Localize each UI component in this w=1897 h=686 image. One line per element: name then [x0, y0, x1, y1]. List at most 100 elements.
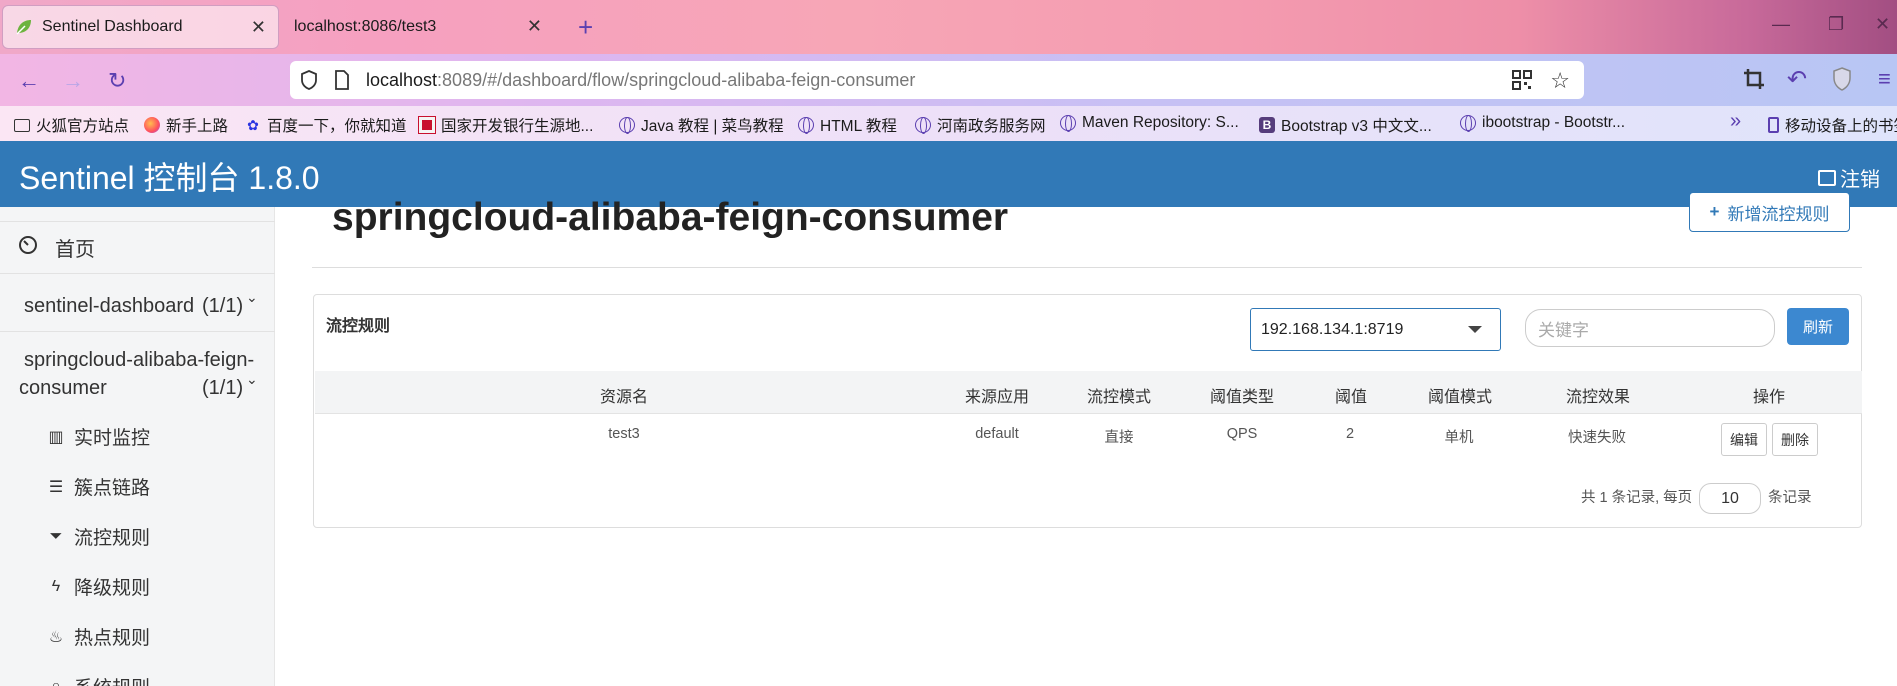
- mobile-icon: [1768, 117, 1779, 133]
- bookmark-item[interactable]: 火狐官方站点: [14, 114, 129, 136]
- tab-title: localhost:8086/test3: [294, 18, 437, 35]
- chevron-down-icon: ⌄: [246, 371, 258, 387]
- edit-button[interactable]: 编辑: [1721, 423, 1767, 456]
- crop-icon[interactable]: [1743, 68, 1765, 90]
- sidebar: 首页 sentinel-dashboard (1/1) ⌄ springclou…: [0, 207, 275, 686]
- column-header: 阈值类型: [1209, 389, 1275, 406]
- reload-icon[interactable]: ↻: [108, 68, 126, 94]
- bookmark-item[interactable]: ✿ 百度一下，你就知道: [245, 114, 406, 136]
- sidebar-item-springcloud-app[interactable]: springcloud-alibaba-feign- consumer (1/1…: [0, 343, 275, 403]
- sign-out-icon: [1818, 169, 1836, 186]
- table-header: 资源名 来源应用 流控模式 阈值类型 阈值 阈值模式 流控效果 操作: [315, 371, 1862, 414]
- bookmark-item[interactable]: 移动设备上的书签: [1768, 114, 1897, 136]
- column-header: 来源应用: [964, 389, 1030, 406]
- bookmark-item[interactable]: ibootstrap - Bootstr...: [1460, 114, 1625, 132]
- new-tab-icon[interactable]: +: [578, 12, 593, 43]
- column-header: 流控模式: [1086, 389, 1152, 406]
- globe-icon: [1460, 115, 1476, 132]
- browser-nav-bar: ← → ↻ localhost:8089/#/dashboard/flow/sp…: [0, 54, 1897, 106]
- keyword-search-input[interactable]: 关键字: [1525, 309, 1775, 347]
- sidebar-item-cluster-link[interactable]: ☰ 簇点链路: [46, 473, 150, 500]
- browser-tab-bar: Sentinel Dashboard ✕ localhost:8086/test…: [0, 0, 1897, 54]
- bolt-icon: ϟ: [51, 577, 61, 595]
- tab-localhost-test3[interactable]: localhost:8086/test3 ✕: [284, 5, 554, 49]
- caret-down-icon: [1468, 326, 1482, 333]
- cdb-logo-icon: [418, 116, 436, 134]
- page-title: springcloud-alibaba-feign-consumer: [332, 196, 1009, 239]
- add-flow-rule-button[interactable]: + 新增流控规则: [1689, 192, 1850, 232]
- close-tab-icon[interactable]: ✕: [251, 17, 266, 38]
- shield-icon: [301, 70, 317, 90]
- app-brand[interactable]: Sentinel 控制台 1.8.0: [19, 153, 320, 199]
- divider: [312, 267, 1862, 268]
- cell-threshold-type: QPS: [1226, 426, 1258, 442]
- forward-icon[interactable]: →: [62, 68, 84, 94]
- minimize-icon[interactable]: —: [1772, 14, 1790, 35]
- qr-code-icon[interactable]: [1512, 70, 1532, 90]
- cell-cluster-mode: 单机: [1444, 430, 1474, 446]
- shield-extension-icon[interactable]: [1832, 67, 1852, 91]
- close-tab-icon[interactable]: ✕: [527, 16, 542, 37]
- globe-icon: [798, 117, 814, 134]
- menu-icon[interactable]: ≡: [1878, 66, 1891, 92]
- sidebar-item-realtime-monitor[interactable]: ▥ 实时监控: [46, 423, 150, 450]
- logout-button[interactable]: 注销: [1818, 163, 1880, 192]
- globe-icon: [1060, 115, 1076, 132]
- panel-title: 流控规则: [326, 318, 391, 335]
- column-header: 资源名: [599, 389, 649, 406]
- cell-threshold: 2: [1345, 426, 1355, 442]
- chevron-down-icon: ⌄: [246, 289, 258, 305]
- bookmarks-bar: 火狐官方站点 新手上路 ✿ 百度一下，你就知道 国家开发银行生源地... Java…: [0, 106, 1897, 141]
- sidebar-divider: [0, 273, 275, 274]
- back-icon[interactable]: ←: [18, 68, 40, 94]
- more-bookmarks-icon[interactable]: »: [1730, 110, 1741, 133]
- globe-icon: [619, 117, 635, 134]
- cell-effect: 快速失败: [1568, 430, 1626, 446]
- sidebar-item-degrade-rules[interactable]: ϟ 降级规则: [46, 573, 150, 600]
- bookmark-item[interactable]: Maven Repository: S...: [1060, 114, 1239, 132]
- close-window-icon[interactable]: ✕: [1875, 14, 1890, 35]
- bootstrap-icon: B: [1259, 117, 1275, 133]
- fire-icon: ♨: [48, 628, 64, 646]
- column-header: 阈值模式: [1427, 389, 1493, 406]
- sidebar-item-hotspot-rules[interactable]: ♨ 热点规则: [46, 623, 150, 650]
- cell-resource: test3: [608, 426, 640, 442]
- refresh-button[interactable]: 刷新: [1787, 308, 1849, 345]
- address-bar[interactable]: localhost:8089/#/dashboard/flow/springcl…: [290, 61, 1584, 99]
- pager-suffix: 条记录: [1768, 490, 1812, 506]
- dashboard-gauge-icon: [19, 236, 37, 254]
- cell-origin: default: [975, 426, 1019, 442]
- flow-rules-panel: 流控规则 192.168.134.1:8719 关键字 刷新 资源名 来源应用 …: [313, 294, 1862, 528]
- bookmark-item[interactable]: 新手上路: [144, 114, 228, 136]
- column-header: 阈值: [1334, 389, 1368, 406]
- page-size-input[interactable]: 10: [1699, 483, 1761, 514]
- sidebar-item-flow-rules[interactable]: ⏷ 流控规则: [46, 523, 150, 550]
- folder-icon: [14, 118, 30, 132]
- column-header: 操作: [1752, 389, 1786, 406]
- column-header: 流控效果: [1565, 389, 1631, 406]
- tab-sentinel-dashboard[interactable]: Sentinel Dashboard ✕: [2, 5, 279, 49]
- firefox-icon: [144, 117, 160, 133]
- machine-select[interactable]: 192.168.134.1:8719: [1250, 308, 1501, 351]
- tab-title: Sentinel Dashboard: [42, 18, 183, 35]
- sidebar-item-home[interactable]: 首页: [0, 233, 275, 273]
- url-text: localhost:8089/#/dashboard/flow/springcl…: [366, 70, 916, 90]
- bookmark-star-icon[interactable]: ☆: [1550, 68, 1570, 94]
- sidebar-item-sentinel-dashboard[interactable]: sentinel-dashboard (1/1) ⌄: [0, 289, 275, 329]
- baidu-paw-icon: ✿: [247, 117, 259, 133]
- sidebar-divider: [0, 331, 275, 332]
- page-icon: [335, 70, 349, 90]
- bookmark-item[interactable]: Java 教程 | 菜鸟教程: [619, 114, 784, 136]
- cell-mode: 直接: [1104, 430, 1134, 446]
- bookmark-item[interactable]: 国家开发银行生源地...: [418, 114, 593, 136]
- lock-icon: 🔒︎: [51, 677, 61, 686]
- restore-icon[interactable]: ❐: [1828, 14, 1844, 35]
- delete-button[interactable]: 删除: [1772, 423, 1818, 456]
- bookmark-item[interactable]: 河南政务服务网: [915, 114, 1046, 136]
- undo-icon[interactable]: ↶: [1787, 65, 1807, 94]
- pager-total: 共 1 条记录, 每页: [1581, 490, 1693, 506]
- bookmark-item[interactable]: HTML 教程: [798, 114, 897, 136]
- sidebar-divider: [0, 221, 275, 222]
- bookmark-item[interactable]: B Bootstrap v3 中文文...: [1259, 114, 1432, 136]
- sidebar-item-system-rules[interactable]: 🔒︎系统规则: [46, 673, 150, 686]
